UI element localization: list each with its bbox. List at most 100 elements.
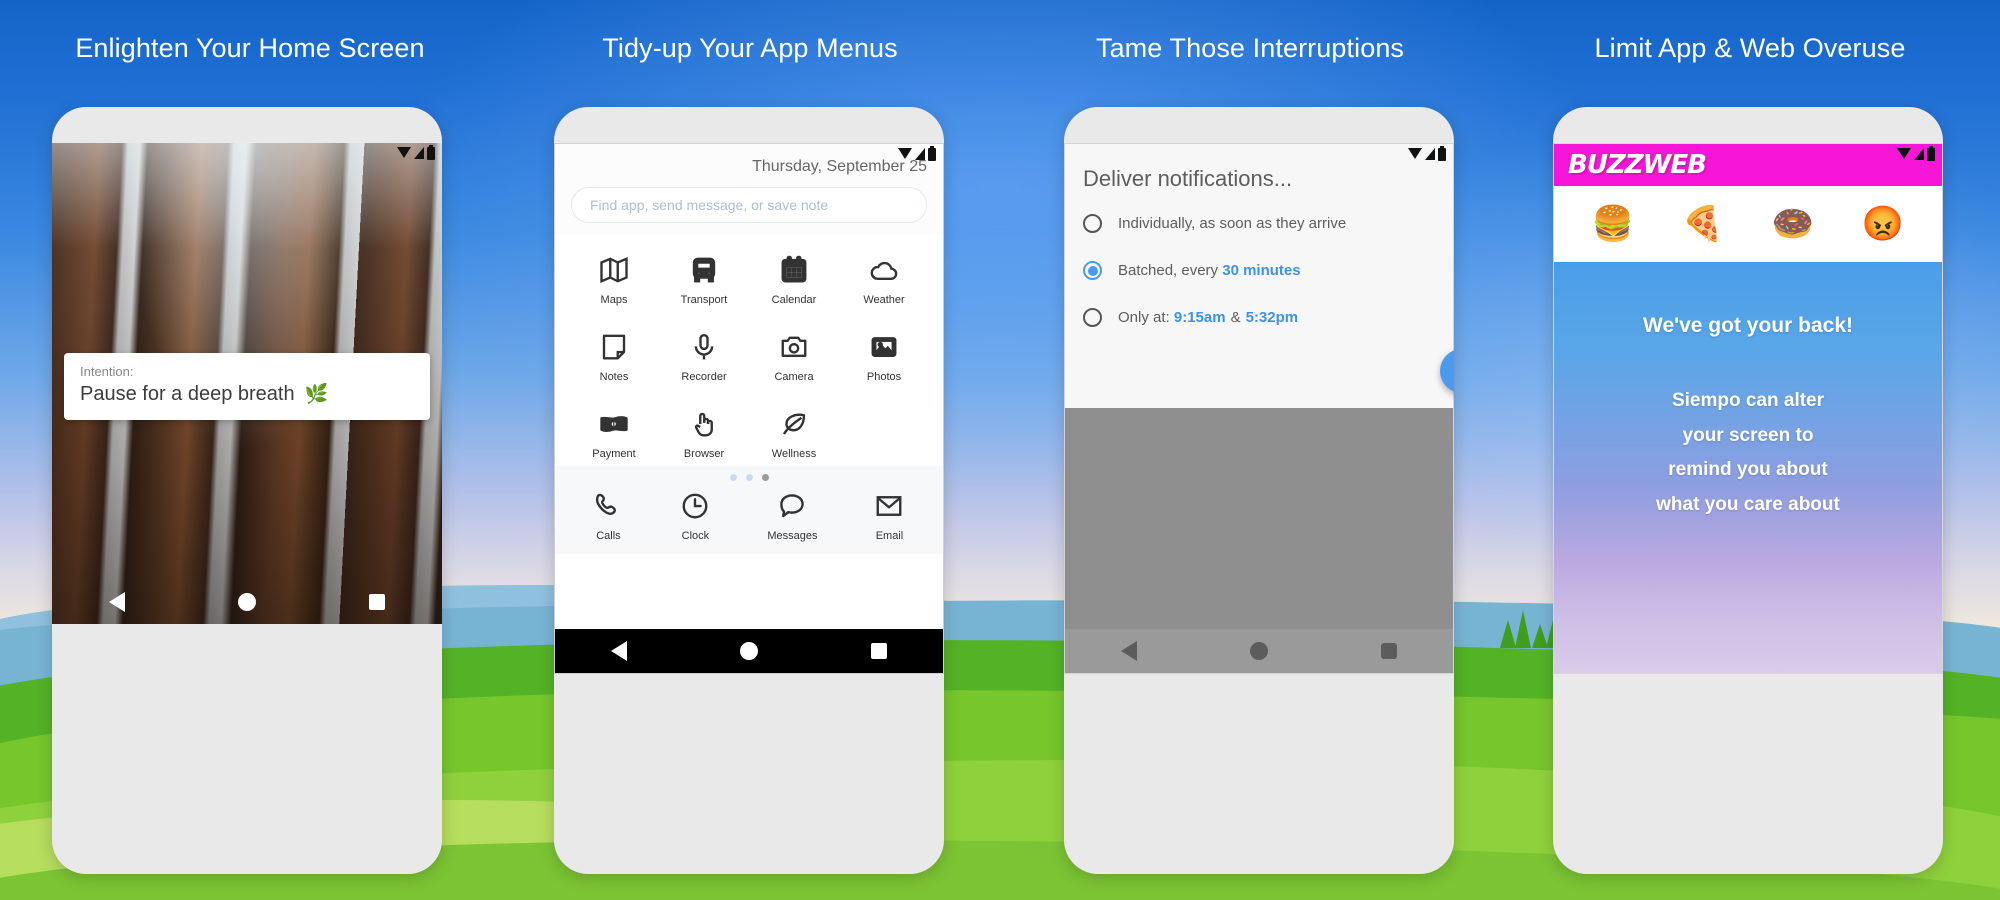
app-label: Wellness	[771, 448, 817, 460]
time-separator: &	[1230, 309, 1241, 326]
app-label: Calendar	[771, 294, 817, 306]
overlay-headline: We've got your back!	[1643, 314, 1853, 337]
home-icon[interactable]	[1249, 642, 1268, 660]
emoji-nav-row: 🍔 🍕 🍩 😡	[1554, 186, 1942, 262]
radio-option-individually[interactable]: Individually, as soon as they arrive	[1083, 214, 1435, 233]
dock-item-clock[interactable]: Clock	[680, 491, 710, 542]
app-tile-empty	[839, 409, 929, 460]
app-label: Transport	[680, 294, 728, 306]
dock-item-messages[interactable]: Messages	[767, 491, 818, 542]
app-tile-maps[interactable]: Maps	[569, 255, 659, 306]
app-tile-recorder[interactable]: Recorder	[659, 332, 749, 383]
phone-icon	[593, 491, 623, 521]
cloud-icon	[869, 255, 899, 285]
search-placeholder: Find app, send message, or save note	[590, 197, 829, 213]
pizza-emoji-icon[interactable]: 🍕	[1682, 204, 1724, 244]
app-tile-browser[interactable]: Browser	[659, 409, 749, 460]
recent-apps-icon[interactable]	[369, 594, 386, 610]
phone3-screen: Deliver notifications... Individually, a…	[1064, 143, 1454, 674]
android-nav-bar	[52, 580, 442, 624]
intention-value: Pause for a deep breath	[80, 382, 295, 405]
angry-face-emoji-icon[interactable]: 😡	[1862, 204, 1904, 244]
back-icon[interactable]	[108, 592, 125, 612]
back-icon[interactable]	[1121, 641, 1138, 661]
status-bar	[898, 146, 936, 161]
home-icon[interactable]	[739, 642, 758, 660]
date-label: Thursday, September 25	[752, 158, 927, 175]
siempo-overlay: We've got your back! Siempo can alter yo…	[1554, 262, 1942, 673]
dock-item-calls[interactable]: Calls	[593, 491, 623, 542]
phone-mockup-web-overuse: BUZZWEB 🍔 🍕 🍩 😡 We've got your back! Sie…	[1553, 107, 1943, 874]
battery-icon	[928, 146, 936, 161]
phone1-screen: Intention: Pause for a deep breath 🌿	[52, 143, 442, 624]
home-icon[interactable]	[237, 593, 256, 611]
radio-option-only-at[interactable]: Only at: 9:15am & 5:32pm	[1083, 308, 1435, 327]
money-icon	[599, 409, 629, 439]
app-tile-camera[interactable]: Camera	[749, 332, 839, 383]
radio-label-row: Batched, every 30 minutes	[1118, 262, 1301, 279]
note-icon	[599, 332, 629, 362]
intention-text-row: Pause for a deep breath 🌿	[80, 382, 414, 406]
radio-button[interactable]	[1083, 308, 1102, 327]
page-dot-active[interactable]	[761, 474, 769, 481]
time-value-first[interactable]: 9:15am	[1174, 309, 1226, 326]
recent-apps-icon[interactable]	[1380, 643, 1397, 659]
radio-button[interactable]	[1083, 214, 1102, 233]
battery-icon	[427, 145, 435, 160]
app-tile-payment[interactable]: Payment	[569, 409, 659, 460]
photo-icon	[869, 332, 899, 362]
recent-apps-icon[interactable]	[870, 643, 887, 659]
page-dot[interactable]	[745, 474, 753, 481]
hamburger-emoji-icon[interactable]: 🍔	[1592, 204, 1634, 244]
batch-interval-value[interactable]: 30 minutes	[1222, 262, 1300, 279]
dock-label: Clock	[681, 530, 710, 542]
notification-settings-card: Deliver notifications... Individually, a…	[1065, 144, 1453, 327]
battery-icon	[1927, 146, 1935, 161]
app-label: Notes	[599, 371, 629, 383]
wifi-icon	[1408, 148, 1422, 159]
buzzweb-logo[interactable]: BUZZWEB	[1568, 150, 1707, 180]
intention-card[interactable]: Intention: Pause for a deep breath 🌿	[64, 353, 430, 420]
back-icon[interactable]	[611, 641, 628, 661]
page-title: Enlighten Your Home Screen	[75, 33, 425, 63]
app-tile-notes[interactable]: Notes	[569, 332, 659, 383]
phone-mockup-notifications: Deliver notifications... Individually, a…	[1064, 107, 1454, 874]
phone4-screen: BUZZWEB 🍔 🍕 🍩 😡 We've got your back! Sie…	[1553, 143, 1943, 674]
chat-bubble-icon	[777, 491, 807, 521]
donut-emoji-icon[interactable]: 🍩	[1772, 204, 1814, 244]
android-nav-bar	[1065, 629, 1453, 673]
app-label: Maps	[600, 294, 628, 306]
page-indicator	[555, 466, 943, 487]
status-bar	[1408, 146, 1446, 161]
section-title: Deliver notifications...	[1083, 166, 1293, 191]
app-label: Payment	[592, 448, 636, 460]
phone-mockup-app-menu: Thursday, September 25 Find app, send me…	[554, 107, 944, 874]
app-label: Photos	[866, 371, 902, 383]
radio-label-row: Only at: 9:15am & 5:32pm	[1118, 309, 1298, 326]
map-icon	[599, 255, 629, 285]
app-dock: Calls Clock Messages Email	[555, 487, 943, 554]
app-tile-wellness[interactable]: Wellness	[749, 409, 839, 460]
wifi-icon	[898, 148, 912, 159]
signal-icon	[414, 147, 424, 159]
radio-label: Only at:	[1118, 309, 1174, 326]
herb-emoji-icon: 🌿	[304, 384, 329, 405]
bus-icon	[689, 255, 719, 285]
phone2-screen: Thursday, September 25 Find app, send me…	[554, 143, 944, 674]
launcher-header: Thursday, September 25 Find app, send me…	[555, 144, 943, 235]
app-tile-calendar[interactable]: Calendar	[749, 255, 839, 306]
app-tile-photos[interactable]: Photos	[839, 332, 929, 383]
calendar-icon	[779, 255, 809, 285]
radio-option-batched[interactable]: Batched, every 30 minutes	[1083, 261, 1435, 280]
android-nav-bar	[555, 629, 943, 673]
radio-button-selected[interactable]	[1083, 261, 1102, 280]
app-tile-weather[interactable]: Weather	[839, 255, 929, 306]
time-value-second[interactable]: 5:32pm	[1246, 309, 1299, 326]
hand-pointer-icon	[689, 409, 719, 439]
signal-icon	[915, 148, 925, 160]
search-input[interactable]: Find app, send message, or save note	[571, 187, 927, 223]
app-tile-transport[interactable]: Transport	[659, 255, 749, 306]
page-dot[interactable]	[729, 474, 737, 481]
dock-item-email[interactable]: Email	[874, 491, 904, 542]
dock-label: Messages	[767, 530, 818, 542]
